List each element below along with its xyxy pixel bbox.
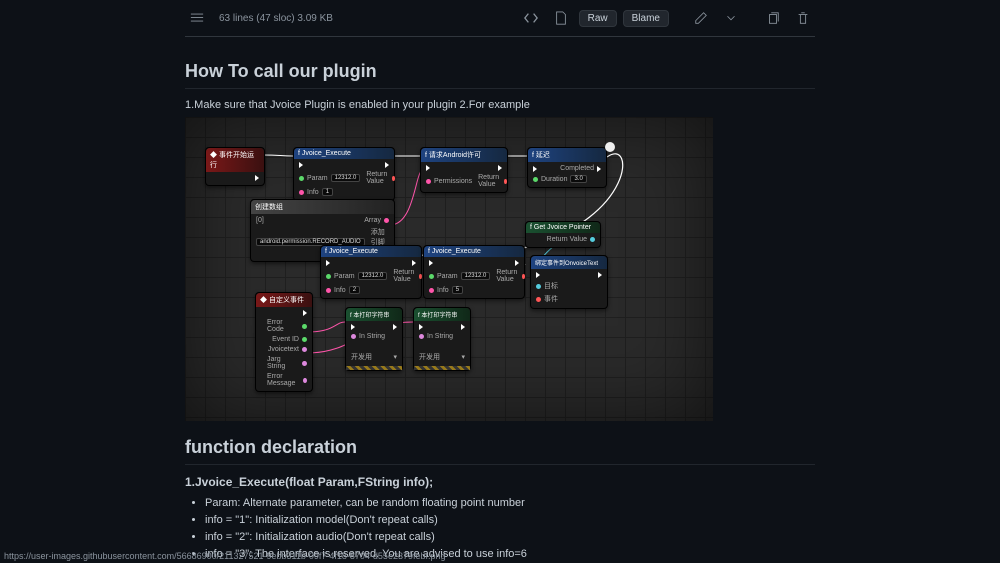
list-item: Param: Alternate parameter, can be rando…	[205, 497, 815, 509]
blame-button[interactable]: Blame	[623, 10, 669, 27]
copy-icon[interactable]	[761, 6, 785, 30]
heading-how-to: How To call our plugin	[185, 61, 815, 89]
node-jvoice-exec-1: f Jvoice_Execute	[294, 148, 394, 159]
file-info: 63 lines (47 sloc) 3.09 KB	[219, 13, 333, 24]
node-make-array: 创建数组	[251, 200, 394, 214]
delete-icon[interactable]	[791, 6, 815, 30]
node-jvoice-exec-3: f Jvoice_Execute	[424, 246, 524, 257]
blueprint-image: ◆ 事件开始运行 f Jvoice_Execute Param12312.0Re…	[185, 117, 713, 421]
node-print-2: f 本打印字符串	[414, 308, 470, 321]
code-icon[interactable]	[519, 6, 543, 30]
node-event-begin: ◆ 事件开始运行	[206, 148, 264, 172]
list-icon[interactable]	[185, 6, 209, 30]
node-jvoice-exec-2: f Jvoice_Execute	[321, 246, 421, 257]
dropdown-icon[interactable]	[719, 6, 743, 30]
status-bar-url: https://user-images.githubusercontent.co…	[0, 549, 450, 563]
node-get-pointer: f Get Jvoice Pointer	[526, 222, 600, 233]
edit-icon[interactable]	[689, 6, 713, 30]
node-custom-event: ◆ 自定义事件	[256, 293, 312, 307]
intro-text: 1.Make sure that Jvoice Plugin is enable…	[185, 99, 815, 111]
reroute-node	[605, 142, 615, 152]
node-delay: f 延迟	[528, 148, 606, 162]
heading-func-decl: function declaration	[185, 437, 815, 465]
node-android-perm: f 请求Android许可	[421, 148, 507, 162]
file-toolbar: 63 lines (47 sloc) 3.09 KB Raw Blame	[185, 0, 815, 37]
node-print-1: f 本打印字符串	[346, 308, 402, 321]
list-item: info = "1": Initialization model(Don't r…	[205, 514, 815, 526]
func-signature: 1.Jvoice_Execute(float Param,FString inf…	[185, 475, 815, 489]
raw-button[interactable]: Raw	[579, 10, 617, 27]
file-icon[interactable]	[549, 6, 573, 30]
node-bind-event: 绑定事件到OnvoiceText	[531, 256, 607, 269]
list-item: info = "2": Initialization audio(Don't r…	[205, 531, 815, 543]
